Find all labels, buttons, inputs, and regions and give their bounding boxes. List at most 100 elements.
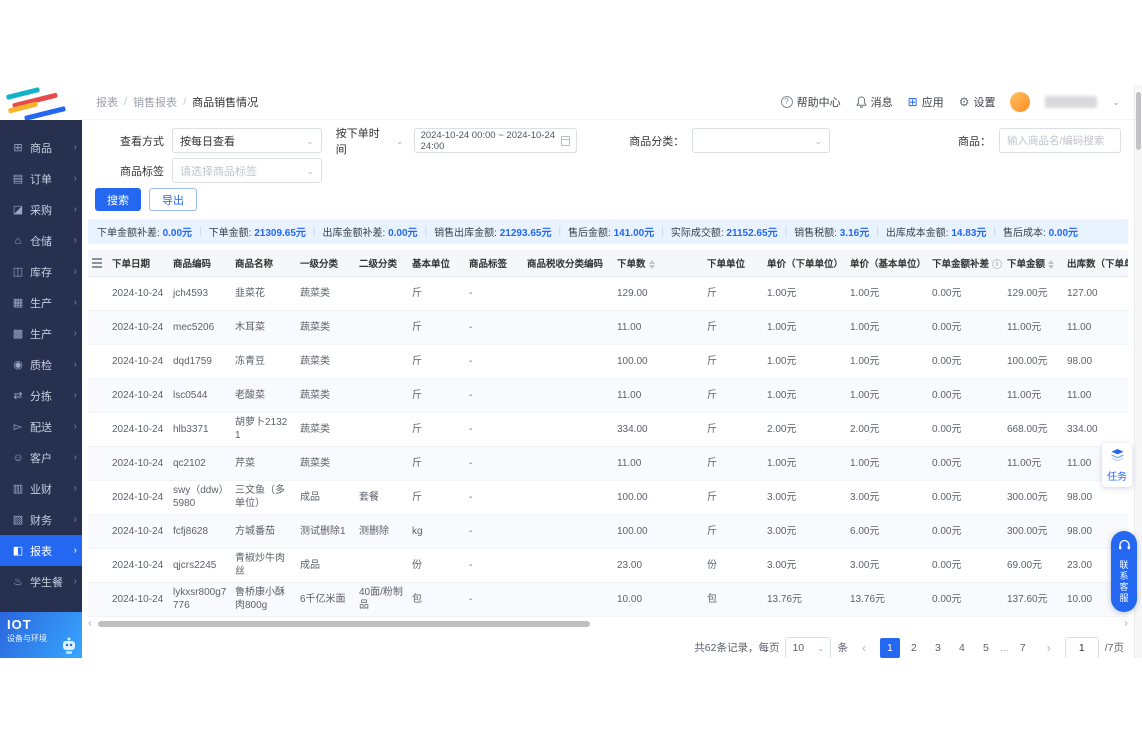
page-size-select[interactable]: 10 ⌄ bbox=[785, 636, 832, 658]
pagination-page-5[interactable]: 5 bbox=[976, 638, 996, 658]
sidebar-item-quality[interactable]: ◉ 质检 › bbox=[0, 349, 82, 380]
column-header-label: 单价（基本单位） bbox=[850, 258, 927, 270]
table-cell: kg bbox=[408, 514, 465, 549]
table-column-header[interactable]: 下单金额补差 i bbox=[928, 250, 1003, 277]
report-icon: ◧ bbox=[12, 545, 24, 557]
sidebar-item-sorting[interactable]: ⇄ 分拣 › bbox=[0, 380, 82, 411]
column-settings-icon[interactable] bbox=[88, 250, 108, 277]
table-cell: 23.00 bbox=[613, 548, 703, 583]
customer-service-label: 联系客服 bbox=[1118, 560, 1129, 604]
sidebar-item-finance[interactable]: ▧ 财务 › bbox=[0, 504, 82, 535]
breadcrumb-item[interactable]: 商品销售情况 bbox=[192, 94, 258, 110]
sidebar-item-production-2[interactable]: ▩ 生产 › bbox=[0, 318, 82, 349]
pagination-page-2[interactable]: 2 bbox=[904, 638, 924, 658]
date-range-picker[interactable]: 2024-10-24 00:00 ~ 2024-10-24 24:00 bbox=[413, 128, 578, 153]
table-cell: 300.00元 bbox=[1003, 514, 1063, 549]
sidebar-item-warehouse[interactable]: ⌂ 仓储 › bbox=[0, 225, 82, 256]
table-cell bbox=[355, 276, 408, 311]
sidebar: ⊞ 商品 › ▤ 订单 › ◪ 采购 › ⌂ 仓储 › ◫ 库存 › ▦ 生产 › ▩ 生产 › ◉ 质检 › ⇄ 分拣 › ▻ 配送 ›… bbox=[0, 85, 82, 658]
page-jump-input[interactable] bbox=[1064, 636, 1099, 658]
sort-carets-icon[interactable] bbox=[1048, 259, 1055, 269]
export-button[interactable]: 导出 bbox=[149, 188, 197, 211]
prev-page-button[interactable]: ‹ bbox=[854, 638, 874, 658]
column-header-label: 商品税收分类编码 bbox=[527, 258, 604, 270]
sidebar-item-student-meal[interactable]: ♨ 学生餐 › bbox=[0, 566, 82, 597]
vertical-scroll-thumb[interactable] bbox=[1136, 92, 1141, 150]
view-mode-label: 查看方式 bbox=[120, 135, 164, 148]
tag-select[interactable]: 请选择商品标签 ⌄ bbox=[172, 158, 322, 183]
breadcrumb-item[interactable]: 销售报表 bbox=[133, 94, 177, 110]
iot-panel[interactable]: IOT 设备与环境 bbox=[0, 612, 82, 658]
scroll-right-icon[interactable]: › bbox=[1120, 618, 1132, 629]
table-cell: - bbox=[465, 548, 523, 583]
sidebar-item-customers[interactable]: ☺ 客户 › bbox=[0, 442, 82, 473]
messages-button[interactable]: 消息 bbox=[856, 94, 893, 110]
chevron-down-icon[interactable]: ⌄ bbox=[1112, 98, 1120, 107]
summary-item: 实际成交额: 21152.65元 bbox=[671, 224, 778, 239]
summary-divider: | bbox=[424, 226, 428, 237]
settings-button[interactable]: ⚙ 设置 bbox=[959, 94, 996, 110]
sidebar-item-production-1[interactable]: ▦ 生产 › bbox=[0, 287, 82, 318]
sidebar-item-goods[interactable]: ⊞ 商品 › bbox=[0, 132, 82, 163]
scroll-left-icon[interactable]: ‹ bbox=[84, 618, 96, 629]
customer-service-widget[interactable]: 联系客服 bbox=[1111, 531, 1137, 612]
table-column-header[interactable]: 单价（基本单位） bbox=[846, 250, 928, 277]
chevron-down-icon: ⌄ bbox=[306, 135, 314, 146]
chevron-down-icon: ⌄ bbox=[396, 135, 404, 146]
time-field-select[interactable]: 按下单时间 ⌄ bbox=[331, 128, 408, 156]
horizontal-scrollbar[interactable]: ‹ › bbox=[84, 618, 1132, 630]
summary-divider: | bbox=[876, 226, 879, 237]
summary-label: 出库成本金额: bbox=[885, 228, 952, 239]
table-container: 下单日期 商品编码 商品名称 一级分类 二级分类 基本单位 商品标签 商品税收分类编码 下单数 下… bbox=[88, 250, 1128, 617]
table-cell: 100.00 bbox=[613, 514, 703, 549]
pagination-page-1[interactable]: 1 bbox=[879, 637, 900, 658]
sidebar-item-delivery[interactable]: ▻ 配送 › bbox=[0, 411, 82, 442]
breadcrumb-item[interactable]: 报表 bbox=[96, 94, 118, 110]
table-cell: 129.00元 bbox=[1003, 276, 1063, 311]
product-search-input[interactable] bbox=[999, 128, 1122, 153]
horizontal-scroll-thumb[interactable] bbox=[98, 620, 590, 627]
layers-icon bbox=[1110, 449, 1124, 462]
table-cell bbox=[355, 548, 408, 583]
sort-carets-icon[interactable] bbox=[648, 259, 655, 269]
category-select[interactable]: ⌄ bbox=[692, 128, 831, 153]
pagination-page-7[interactable]: 7 bbox=[1013, 638, 1033, 658]
username-blurred bbox=[1045, 96, 1098, 108]
next-page-button[interactable]: › bbox=[1039, 638, 1059, 658]
sidebar-item-orders[interactable]: ▤ 订单 › bbox=[0, 163, 82, 194]
sidebar-item-biz-finance[interactable]: ▥ 业财 › bbox=[0, 473, 82, 504]
sidebar-item-label: 商品 bbox=[30, 142, 52, 155]
table-cell: 6.00元 bbox=[846, 514, 928, 549]
pagination-page-3[interactable]: 3 bbox=[928, 638, 948, 658]
view-mode-select[interactable]: 按每日查看 ⌄ bbox=[172, 128, 322, 153]
avatar[interactable] bbox=[1010, 92, 1031, 112]
table-cell: 1.00元 bbox=[763, 276, 846, 311]
search-button[interactable]: 搜索 bbox=[95, 188, 141, 211]
table-cell: 11.00 bbox=[613, 310, 703, 345]
sidebar-item-reports[interactable]: ◧ 报表 › bbox=[0, 535, 82, 566]
task-widget[interactable]: 任务 bbox=[1102, 443, 1132, 487]
summary-value: 3.16元 bbox=[839, 228, 870, 239]
sidebar-item-inventory[interactable]: ◫ 库存 › bbox=[0, 256, 82, 287]
pagination-page-4[interactable]: 4 bbox=[952, 638, 972, 658]
product-label: 商品： bbox=[958, 135, 992, 148]
summary-value: 0.00元 bbox=[388, 228, 418, 239]
table-cell: 11.00元 bbox=[1003, 378, 1063, 413]
table-cell: 1.00元 bbox=[846, 276, 928, 311]
table-column-header[interactable]: 出库数（下单单位） bbox=[1063, 250, 1128, 277]
horizontal-scroll-track[interactable] bbox=[96, 620, 1120, 628]
date-range-value: 2024-10-24 00:00 ~ 2024-10-24 24:00 bbox=[420, 129, 556, 152]
table-column-header[interactable]: 下单数 bbox=[613, 250, 703, 277]
help-center-button[interactable]: ? 帮助中心 bbox=[780, 94, 841, 110]
table-cell: 668.00元 bbox=[1003, 412, 1063, 447]
apps-button[interactable]: ⊞ 应用 bbox=[908, 94, 944, 110]
column-header-label: 下单金额补差 bbox=[932, 258, 990, 270]
table-cell: 2.00元 bbox=[846, 412, 928, 447]
sidebar-item-purchase[interactable]: ◪ 采购 › bbox=[0, 194, 82, 225]
table-cell: 三文鱼（多单位） bbox=[231, 480, 296, 515]
table-column-header[interactable]: 单价（下单单位）i bbox=[763, 250, 846, 277]
info-icon[interactable]: i bbox=[992, 259, 1003, 270]
sidebar-item-label: 学生餐 bbox=[30, 576, 63, 589]
table-column-header[interactable]: 下单金额 bbox=[1003, 250, 1063, 277]
summary-divider: | bbox=[558, 226, 562, 237]
